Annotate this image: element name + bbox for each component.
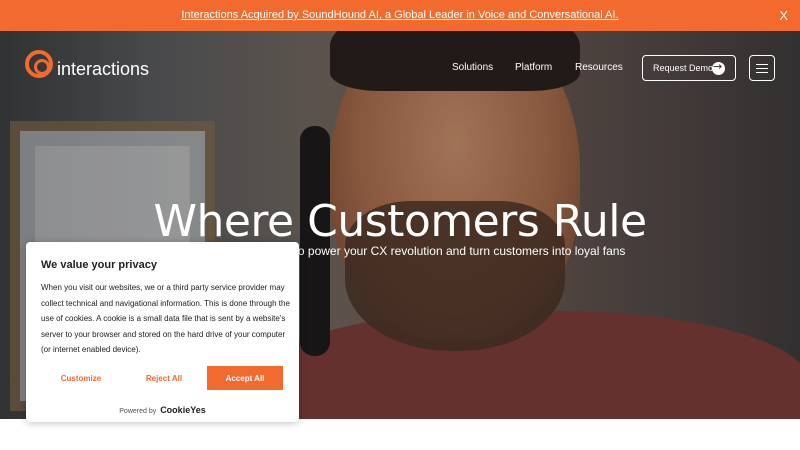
- accept-all-button[interactable]: Accept All: [207, 366, 283, 390]
- cookie-title: We value your privacy: [41, 259, 157, 271]
- request-demo-label: Request Demo: [653, 63, 714, 73]
- arrow-right-icon: [712, 60, 725, 75]
- powered-by-label: Powered by: [119, 408, 157, 415]
- powered-by: Powered by CookieYes: [26, 405, 299, 415]
- menu-line: [756, 68, 768, 69]
- nav-item-platform[interactable]: Platform: [515, 62, 552, 73]
- nav-item-solutions[interactable]: Solutions: [452, 62, 493, 73]
- reject-all-button[interactable]: Reject All: [124, 366, 204, 390]
- close-icon[interactable]: X: [779, 8, 788, 23]
- menu-line: [756, 64, 768, 65]
- hero-title: Where Customers Rule: [153, 196, 647, 247]
- request-demo-button[interactable]: Request Demo: [642, 55, 736, 81]
- site-logo[interactable]: interactions: [25, 47, 149, 80]
- cookieyes-logo[interactable]: CookieYes: [160, 405, 206, 415]
- logo-text: interactions: [57, 59, 150, 79]
- menu-line: [756, 72, 768, 73]
- cookie-description: When you visit our websites, we or a thi…: [41, 283, 290, 355]
- cookie-consent-dialog: We value your privacy When you visit our…: [26, 242, 299, 422]
- announcement-link[interactable]: Interactions Acquired by SoundHound AI, …: [0, 9, 800, 21]
- nav-item-resources[interactable]: Resources: [575, 62, 623, 73]
- hamburger-menu-icon[interactable]: [749, 55, 775, 81]
- customize-button[interactable]: Customize: [41, 366, 121, 390]
- announcement-banner: Interactions Acquired by SoundHound AI, …: [0, 0, 800, 31]
- logo-icon: [25, 49, 53, 78]
- hero-subtitle-text: to power your CX revolution and turn cus…: [294, 244, 626, 258]
